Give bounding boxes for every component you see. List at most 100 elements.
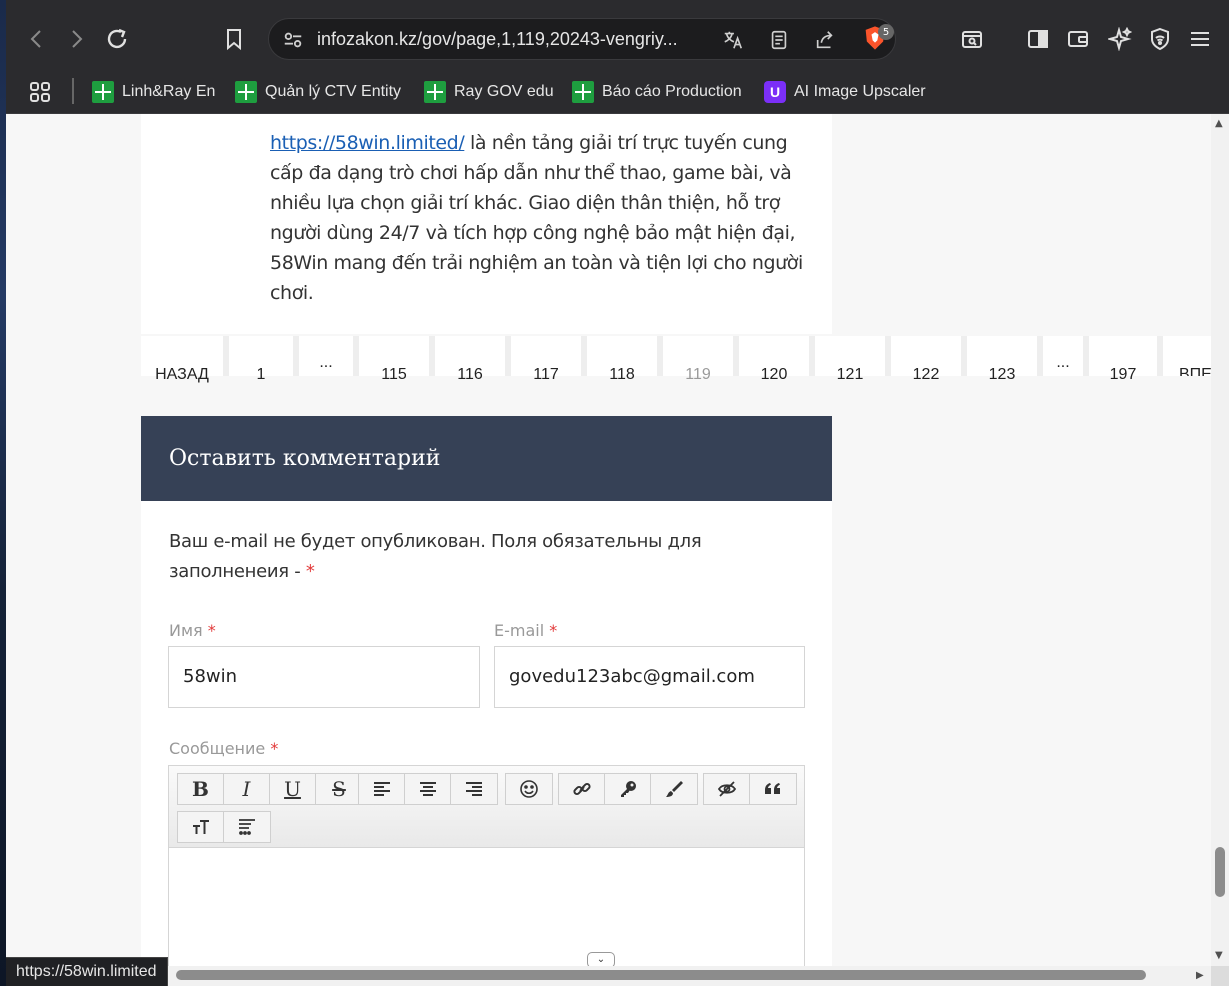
pagination-current-page: 119 [663, 336, 733, 383]
pagination-page[interactable]: 1 [229, 336, 293, 383]
comment-notice: Ваш e-mail не будет опубликован. Поля об… [169, 531, 702, 582]
text-size-icon [192, 820, 209, 834]
scroll-down-arrow[interactable]: ▼ [1215, 950, 1223, 961]
vertical-scroll-thumb[interactable] [1215, 847, 1225, 897]
link-button[interactable] [559, 774, 605, 804]
pagination-page[interactable]: 121 [815, 336, 885, 383]
browser-window: infozakon.kz/gov/page,1,119,20243-vengri… [0, 0, 1229, 986]
align-right-button[interactable] [451, 774, 497, 804]
bookmarks-bar: Linh&Ray En Quản lý CTV Entity Ray GOV e… [6, 70, 1229, 114]
spoiler-button[interactable] [704, 774, 750, 804]
message-editor: B I U S ⌄ [168, 765, 805, 966]
align-left-icon [373, 782, 390, 796]
vpn-button[interactable] [1143, 22, 1177, 56]
horizontal-scrollbar[interactable]: ▶ [6, 966, 1211, 986]
pagination-prev[interactable]: НАЗАД [141, 336, 223, 383]
article-link[interactable]: https://58win.limited/ [270, 132, 465, 154]
article-content: https://58win.limited/ là nền tảng giải … [141, 114, 832, 334]
site-settings-icon[interactable] [281, 28, 305, 52]
pagination-page[interactable]: 118 [587, 336, 657, 383]
bookmark-item[interactable]: U AI Image Upscaler [764, 78, 926, 106]
address-bar[interactable]: infozakon.kz/gov/page,1,119,20243-vengri… [268, 18, 896, 60]
bookmark-item[interactable]: Ray GOV edu [424, 78, 554, 106]
email-field[interactable]: govedu123abc@gmail.com [494, 646, 805, 708]
horizontal-scroll-thumb[interactable] [176, 970, 1146, 980]
sheets-icon [235, 81, 257, 103]
reload-button[interactable] [100, 22, 134, 56]
scroll-up-arrow[interactable]: ▲ [1215, 118, 1223, 129]
paragraph-more-icon [239, 819, 255, 835]
format-group: B I U S [177, 773, 363, 805]
pagination-page[interactable]: 123 [967, 336, 1037, 383]
smiley-icon [520, 780, 538, 798]
translate-icon[interactable] [721, 28, 745, 52]
back-button[interactable] [20, 22, 54, 56]
bookmark-item[interactable]: Quản lý CTV Entity [235, 78, 401, 106]
bold-button[interactable]: B [178, 774, 224, 804]
pagination-next[interactable]: ВПЕРЕД [1163, 336, 1211, 376]
bookmark-item[interactable]: Báo cáo Production [572, 78, 742, 106]
name-field[interactable]: 58win [168, 646, 480, 708]
extra-group [703, 773, 797, 805]
comment-section-header: Оставить комментарий [141, 416, 832, 501]
emoji-group [505, 773, 553, 805]
email-label: E-mail * [494, 621, 558, 640]
search-tabs-button[interactable] [955, 22, 989, 56]
ai-upscaler-icon: U [764, 81, 786, 103]
sidebar-toggle-button[interactable] [1021, 22, 1055, 56]
vertical-scrollbar[interactable]: ▲ ▼ [1211, 114, 1229, 966]
pagination-page[interactable]: 120 [739, 336, 809, 383]
key-button[interactable] [605, 774, 651, 804]
chevron-left-icon [30, 30, 41, 48]
comment-section-title: Оставить комментарий [169, 446, 441, 471]
pagination-page[interactable]: 116 [435, 336, 505, 383]
font-size-button[interactable] [178, 812, 224, 842]
message-label: Сообщение * [169, 739, 279, 758]
status-bar-link: https://58win.limited [6, 957, 168, 986]
reader-mode-icon[interactable] [767, 28, 791, 52]
forward-button[interactable] [59, 22, 93, 56]
pagination-page[interactable]: 122 [891, 336, 961, 383]
pagination-ellipsis: ... [1043, 336, 1083, 376]
apps-grid-icon [30, 82, 50, 102]
comment-form: Ваш e-mail не будет опубликован. Поля об… [141, 501, 832, 966]
menu-button[interactable] [1183, 22, 1217, 56]
wallet-icon [1068, 31, 1088, 47]
sheets-icon [424, 81, 446, 103]
paintbrush-icon [666, 781, 683, 797]
share-icon[interactable] [813, 28, 837, 52]
pagination-page[interactable]: 115 [359, 336, 429, 383]
leo-ai-button[interactable] [1103, 22, 1137, 56]
scroll-right-arrow[interactable]: ▶ [1196, 970, 1204, 981]
underline-button[interactable]: U [270, 774, 316, 804]
chevron-right-icon [72, 30, 83, 48]
browser-toolbar: infozakon.kz/gov/page,1,119,20243-vengri… [6, 0, 1229, 70]
align-center-button[interactable] [405, 774, 451, 804]
required-mark: * [305, 561, 315, 582]
sidebar-icon [1028, 30, 1048, 48]
more-format-button[interactable] [224, 812, 270, 842]
align-center-icon [419, 782, 436, 796]
name-label: Имя * [169, 621, 216, 640]
eye-slash-icon [717, 781, 736, 797]
pagination-page[interactable]: 117 [511, 336, 581, 383]
underline-icon: U [284, 777, 301, 801]
bold-icon: B [192, 777, 209, 801]
message-textarea[interactable] [169, 848, 804, 966]
strikethrough-button[interactable]: S [316, 774, 362, 804]
url-text[interactable]: infozakon.kz/gov/page,1,119,20243-vengri… [317, 29, 678, 50]
apps-button[interactable] [28, 78, 52, 106]
bookmark-page-button[interactable] [217, 22, 251, 56]
align-left-button[interactable] [359, 774, 405, 804]
editor-resize-handle[interactable]: ⌄ [587, 952, 615, 966]
italic-button[interactable]: I [224, 774, 270, 804]
brush-button[interactable] [651, 774, 697, 804]
bookmark-item[interactable]: Linh&Ray En [92, 78, 215, 106]
pagination: НАЗАД 1 ... 115 116 117 118 119 120 121 … [141, 336, 1211, 383]
pagination-page[interactable]: 197 [1089, 336, 1157, 383]
quote-button[interactable] [750, 774, 796, 804]
emoji-button[interactable] [506, 774, 552, 804]
hamburger-menu-icon [1191, 32, 1209, 46]
wallet-button[interactable] [1061, 22, 1095, 56]
sheets-icon [572, 81, 594, 103]
